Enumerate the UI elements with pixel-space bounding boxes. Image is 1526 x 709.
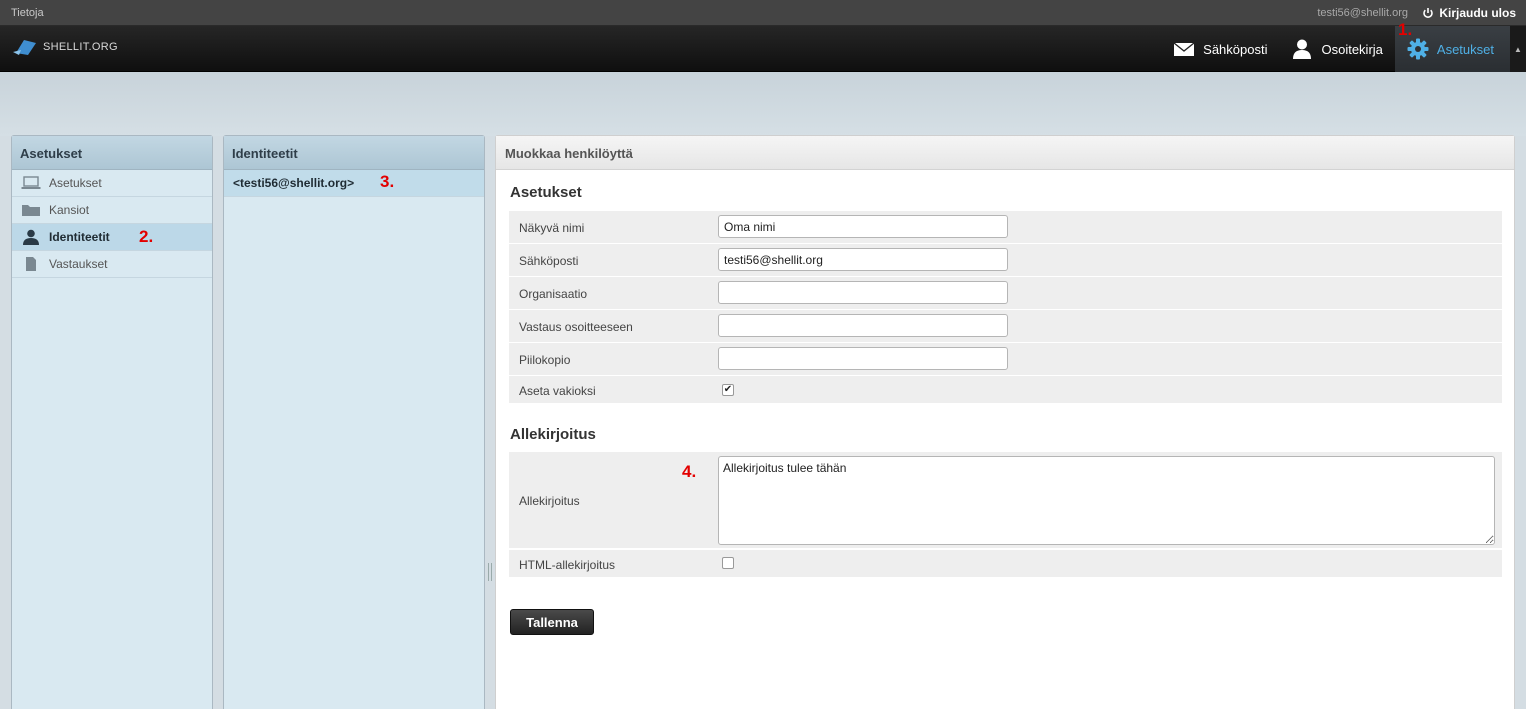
reply-to-label: Vastaus osoitteeseen bbox=[519, 320, 633, 334]
laptop-icon bbox=[21, 176, 41, 190]
edit-identity-panel: Muokkaa henkilöyttä Asetukset Näkyvä nim… bbox=[495, 135, 1515, 709]
top-bar: Tietoja testi56@shellit.org Kirjaudu ulo… bbox=[0, 0, 1526, 26]
user-email: testi56@shellit.org bbox=[1317, 7, 1408, 19]
row-bcc: Piilokopio bbox=[509, 343, 1502, 375]
folder-icon bbox=[21, 203, 41, 217]
gear-icon bbox=[1407, 38, 1429, 60]
identity-label: <testi56@shellit.org> bbox=[233, 176, 355, 190]
power-icon bbox=[1423, 8, 1434, 18]
sidebar-item-identities[interactable]: Identiteetit 2. bbox=[12, 224, 212, 251]
nav-mail[interactable]: Sähköposti bbox=[1161, 26, 1279, 72]
sidebar-item-label: Kansiot bbox=[49, 203, 90, 217]
envelope-icon bbox=[1173, 42, 1195, 56]
nav-settings-label: Asetukset bbox=[1436, 41, 1494, 57]
section-signature-heading: Allekirjoitus bbox=[510, 426, 596, 443]
bcc-input[interactable] bbox=[718, 347, 1008, 370]
sidebar-item-folders[interactable]: Kansiot bbox=[12, 197, 212, 224]
logo[interactable]: SHELLIT.ORG bbox=[12, 37, 118, 57]
identities-panel-title: Identiteetit bbox=[224, 136, 484, 170]
identities-panel: Identiteetit <testi56@shellit.org> 3. bbox=[223, 135, 485, 709]
sidebar-item-label: Identiteetit bbox=[49, 230, 110, 244]
sidebar-item-label: Vastaukset bbox=[49, 257, 108, 271]
row-organization: Organisaatio bbox=[509, 277, 1502, 309]
annotation-marker-3: 3. bbox=[380, 172, 395, 191]
logo-icon bbox=[13, 40, 36, 55]
annotation-marker-4: 4. bbox=[682, 462, 697, 481]
email-label: Sähköposti bbox=[519, 254, 579, 268]
sidebar-item-preferences[interactable]: Asetukset bbox=[12, 170, 212, 197]
app-header: SHELLIT.ORG Sähköposti Osoitekirja Asetu… bbox=[0, 26, 1526, 72]
html-signature-label: HTML-allekirjoitus bbox=[519, 558, 616, 572]
nav-addressbook-label: Osoitekirja bbox=[1321, 41, 1383, 57]
edit-identity-title: Muokkaa henkilöyttä bbox=[496, 136, 1514, 170]
bcc-label: Piilokopio bbox=[519, 353, 571, 367]
row-email: Sähköposti bbox=[509, 244, 1502, 276]
settings-sidebar: Asetukset Asetukset Kansiot Identiteetit… bbox=[11, 135, 213, 709]
signature-textarea[interactable]: Allekirjoitus tulee tähän bbox=[718, 456, 1495, 545]
save-button[interactable]: Tallenna bbox=[510, 609, 594, 635]
sidebar-item-label: Asetukset bbox=[49, 176, 102, 190]
section-settings-heading: Asetukset bbox=[510, 184, 582, 201]
email-input[interactable] bbox=[718, 248, 1008, 271]
signature-label: Allekirjoitus bbox=[519, 494, 580, 508]
document-icon bbox=[21, 257, 41, 271]
html-signature-checkbox[interactable] bbox=[722, 557, 734, 569]
reply-to-input[interactable] bbox=[718, 314, 1008, 337]
main-nav: Sähköposti Osoitekirja Asetukset ▲ bbox=[1161, 26, 1526, 72]
person-icon bbox=[1293, 39, 1312, 59]
settings-sidebar-title: Asetukset bbox=[12, 136, 212, 170]
display-name-input[interactable] bbox=[718, 215, 1008, 238]
identity-icon bbox=[21, 229, 41, 245]
row-reply-to: Vastaus osoitteeseen bbox=[509, 310, 1502, 342]
annotation-marker-1: 1. bbox=[1398, 20, 1413, 39]
display-name-label: Näkyvä nimi bbox=[519, 221, 585, 235]
logo-text: SHELLIT.ORG bbox=[43, 41, 118, 53]
row-display-name: Näkyvä nimi bbox=[509, 211, 1502, 243]
set-default-label: Aseta vakioksi bbox=[519, 384, 596, 398]
identity-list-item[interactable]: <testi56@shellit.org> 3. bbox=[224, 170, 484, 197]
panel-splitter[interactable] bbox=[488, 563, 492, 581]
sidebar-item-responses[interactable]: Vastaukset bbox=[12, 251, 212, 278]
nav-collapse-icon[interactable]: ▲ bbox=[1510, 26, 1526, 72]
nav-mail-label: Sähköposti bbox=[1203, 41, 1268, 57]
nav-addressbook[interactable]: Osoitekirja bbox=[1279, 26, 1394, 72]
row-html-signature: HTML-allekirjoitus bbox=[509, 550, 1502, 577]
content-background bbox=[0, 72, 1526, 136]
row-signature: Allekirjoitus 4. Allekirjoitus tulee täh… bbox=[509, 452, 1502, 548]
organization-label: Organisaatio bbox=[519, 287, 588, 301]
row-set-default: Aseta vakioksi ✔ bbox=[509, 376, 1502, 403]
set-default-checkbox[interactable]: ✔ bbox=[722, 384, 734, 396]
annotation-marker-2: 2. bbox=[139, 227, 154, 246]
logout-button[interactable]: Kirjaudu ulos bbox=[1422, 6, 1516, 20]
organization-input[interactable] bbox=[718, 281, 1008, 304]
about-link[interactable]: Tietoja bbox=[11, 7, 44, 19]
logout-label: Kirjaudu ulos bbox=[1439, 6, 1516, 20]
